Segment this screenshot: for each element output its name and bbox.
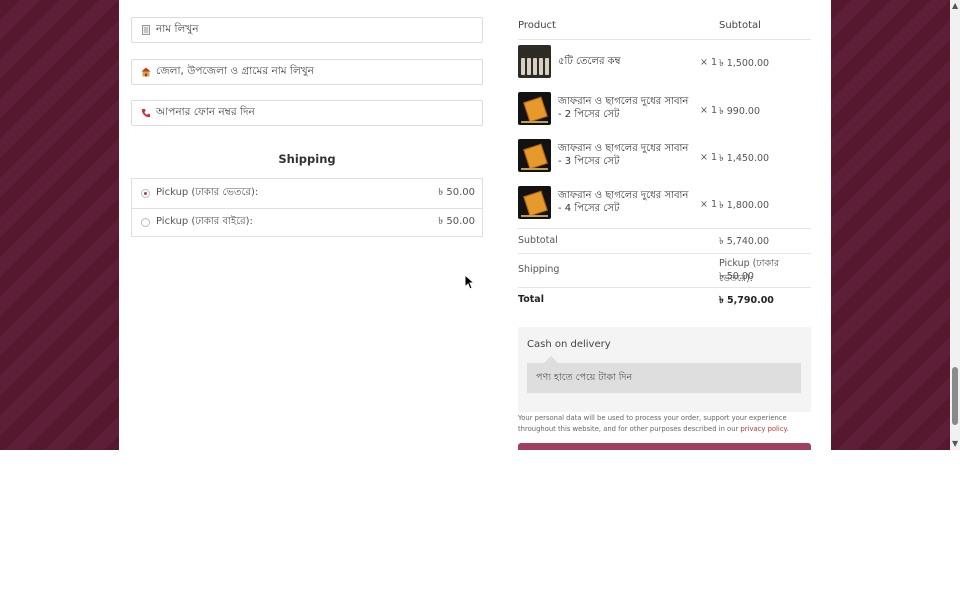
subtotal-column-header: Subtotal bbox=[719, 20, 761, 31]
soap-image bbox=[518, 92, 551, 125]
payment-description: পণ্য হাতে পেয়ে টাকা দিন bbox=[527, 363, 801, 393]
item-name: জাফরান ও ছাগলের দুধের সাবান - 3 পিসের সে… bbox=[558, 143, 689, 167]
radio-selected[interactable] bbox=[141, 189, 150, 198]
shipping-option-label: Pickup (ঢাকার ভেতরে): bbox=[156, 187, 259, 198]
shipping-heading: Shipping bbox=[278, 152, 336, 166]
item-name: জাফরান ও ছাগলের দুধের সাবান - 4 পিসের সে… bbox=[558, 190, 689, 214]
phone-placeholder: আপনার ফোন নম্বর দিন bbox=[156, 105, 255, 118]
divider bbox=[518, 253, 811, 254]
soap-image bbox=[518, 139, 551, 172]
total-value: ৳ 5,790.00 bbox=[719, 295, 774, 306]
order-item: ৫টি তেলের কম্ব × 1 ৳ 1,500.00 bbox=[518, 45, 811, 85]
subtotal-label: Subtotal bbox=[518, 235, 558, 246]
order-item: জাফরান ও ছাগলের দুধের সাবান - 4 পিসের সে… bbox=[518, 186, 811, 226]
document-icon bbox=[140, 24, 152, 36]
item-name: জাফরান ও ছাগলের দুধের সাবান - 2 পিসের সে… bbox=[558, 96, 689, 120]
shipping-option-price: ৳ 50.00 bbox=[438, 216, 475, 227]
divider bbox=[518, 228, 811, 229]
item-quantity: × 1 bbox=[700, 57, 718, 68]
shipping-option-outside-dhaka[interactable]: Pickup (ঢাকার বাইরে): ৳ 50.00 bbox=[132, 208, 482, 237]
scroll-down-icon[interactable]: ▼ bbox=[952, 440, 958, 448]
name-field[interactable]: নাম লিখুন bbox=[131, 17, 483, 43]
radio-unselected[interactable] bbox=[141, 218, 150, 227]
shipping-label: Shipping bbox=[518, 264, 560, 275]
item-quantity: × 1 bbox=[700, 199, 718, 210]
scroll-up-icon[interactable]: ▲ bbox=[952, 2, 958, 10]
divider bbox=[518, 287, 811, 288]
house-icon bbox=[140, 66, 152, 78]
divider bbox=[518, 39, 811, 40]
scrollbar-thumb[interactable] bbox=[952, 367, 958, 425]
item-quantity: × 1 bbox=[700, 152, 718, 163]
shipping-row: Shipping Pickup (ঢাকার ভেতরে): ৳ 50.00 bbox=[518, 257, 811, 285]
shipping-option-label: Pickup (ঢাকার বাইরে): bbox=[156, 216, 253, 227]
order-item: জাফরান ও ছাগলের দুধের সাবান - 2 পিসের সে… bbox=[518, 92, 811, 132]
name-placeholder: নাম লিখুন bbox=[156, 22, 199, 35]
item-subtotal: ৳ 1,500.00 bbox=[719, 58, 770, 69]
order-item: জাফরান ও ছাগলের দুধের সাবান - 3 পিসের সে… bbox=[518, 139, 811, 179]
description-pointer bbox=[544, 356, 558, 363]
address-placeholder: জেলা, উপজেলা ও গ্রামের নাম লিখুন bbox=[156, 64, 314, 77]
oil-bottles-image bbox=[518, 45, 551, 78]
privacy-policy-link[interactable]: privacy policy bbox=[740, 425, 786, 433]
subtotal-value: ৳ 5,740.00 bbox=[719, 236, 770, 247]
payment-method-label[interactable]: Cash on delivery bbox=[527, 339, 611, 350]
privacy-end: . bbox=[786, 424, 789, 433]
payment-method-box: Cash on delivery পণ্য হাতে পেয়ে টাকা দি… bbox=[518, 327, 811, 412]
phone-field[interactable]: আপনার ফোন নম্বর দিন bbox=[131, 100, 483, 126]
soap-image bbox=[518, 186, 551, 219]
shipping-option-inside-dhaka[interactable]: Pickup (ঢাকার ভেতরে): ৳ 50.00 bbox=[132, 179, 482, 209]
shipping-value: ৳ 50.00 bbox=[719, 271, 754, 282]
shipping-options: Pickup (ঢাকার ভেতরে): ৳ 50.00 Pickup (ঢা… bbox=[131, 178, 483, 237]
place-order-button[interactable] bbox=[518, 443, 811, 450]
total-label: Total bbox=[518, 294, 544, 305]
item-name: ৫টি তেলের কম্ব bbox=[558, 56, 621, 67]
privacy-notice: Your personal data will be used to proce… bbox=[518, 413, 814, 434]
phone-icon bbox=[140, 107, 152, 119]
mouse-cursor-icon bbox=[464, 274, 476, 290]
item-subtotal: ৳ 1,800.00 bbox=[719, 200, 770, 211]
vertical-scrollbar[interactable]: ▲ ▼ bbox=[950, 0, 960, 450]
item-subtotal: ৳ 1,450.00 bbox=[719, 153, 770, 164]
item-subtotal: ৳ 990.00 bbox=[719, 106, 760, 117]
item-quantity: × 1 bbox=[700, 105, 718, 116]
page-viewport: নাম লিখুন জেলা, উপজেলা ও গ্রামের নাম লিখ… bbox=[0, 0, 950, 450]
address-field[interactable]: জেলা, উপজেলা ও গ্রামের নাম লিখুন bbox=[131, 59, 483, 85]
product-column-header: Product bbox=[518, 20, 556, 31]
shipping-option-price: ৳ 50.00 bbox=[438, 187, 475, 198]
checkout-content: নাম লিখুন জেলা, উপজেলা ও গ্রামের নাম লিখ… bbox=[119, 0, 831, 450]
